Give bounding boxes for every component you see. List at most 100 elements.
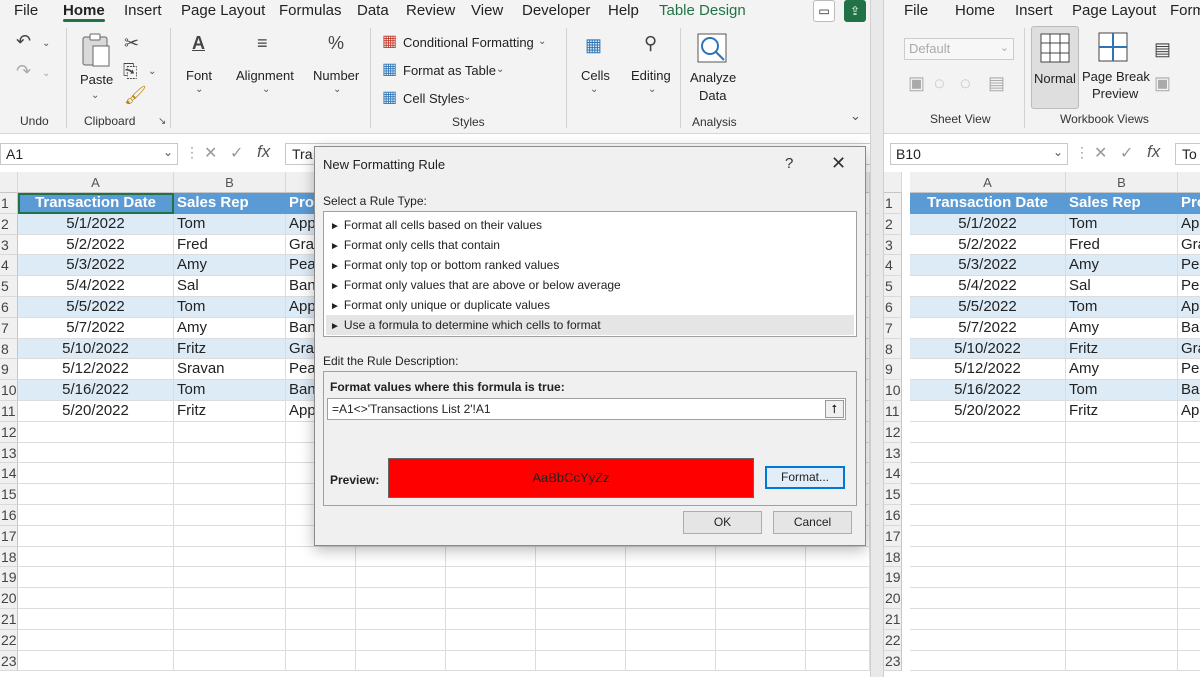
cell[interactable]: [286, 650, 356, 672]
alignment-button[interactable]: Alignment: [236, 68, 294, 83]
table-header-cell[interactable]: Sales Rep: [1066, 193, 1178, 214]
cell[interactable]: [18, 505, 174, 526]
undo-icon[interactable]: ↶: [16, 32, 31, 50]
cell[interactable]: [286, 588, 356, 609]
cell[interactable]: [536, 567, 626, 589]
cell[interactable]: [286, 629, 356, 651]
cell[interactable]: [174, 525, 286, 547]
cell[interactable]: [716, 650, 806, 672]
row-header[interactable]: 16: [884, 505, 902, 526]
table-cell[interactable]: Tom: [174, 380, 286, 401]
row-header[interactable]: 15: [0, 484, 18, 505]
cell[interactable]: [626, 588, 716, 609]
row-header[interactable]: 21: [884, 609, 902, 630]
options-view-icon[interactable]: ▤: [988, 74, 1005, 92]
tab-page-layout[interactable]: Page Layout: [181, 2, 265, 19]
table-cell[interactable]: 5/4/2022: [18, 276, 174, 297]
editing-button[interactable]: Editing: [631, 68, 671, 83]
table-cell[interactable]: Bar: [1178, 318, 1200, 339]
cell[interactable]: [626, 650, 716, 672]
cell[interactable]: [1066, 463, 1178, 485]
table-cell[interactable]: Fritz: [174, 338, 286, 360]
insert-function-icon[interactable]: fx: [1147, 142, 1160, 162]
table-cell[interactable]: App: [1178, 401, 1200, 422]
row-header[interactable]: 10: [884, 380, 902, 401]
dialog-launcher-icon[interactable]: ↘: [158, 116, 166, 127]
cells-button[interactable]: Cells: [581, 68, 610, 83]
cell[interactable]: [1066, 505, 1178, 526]
tab-insert[interactable]: Insert: [124, 2, 162, 19]
row-header[interactable]: 19: [884, 567, 902, 589]
cell[interactable]: [716, 609, 806, 630]
rule-type-item[interactable]: ► Format only unique or duplicate values: [326, 295, 854, 315]
new-view-icon[interactable]: ◌: [960, 74, 971, 92]
table-cell[interactable]: Tom: [174, 213, 286, 235]
format-button[interactable]: Format...: [765, 466, 845, 489]
cell[interactable]: [806, 546, 870, 568]
cell[interactable]: [446, 629, 536, 651]
page-layout-view-icon[interactable]: ▤: [1154, 40, 1171, 58]
cell[interactable]: [806, 567, 870, 589]
cell[interactable]: [286, 609, 356, 630]
table-cell[interactable]: 5/1/2022: [18, 213, 174, 235]
row-header[interactable]: 2: [884, 213, 902, 235]
row-header[interactable]: 8: [0, 338, 18, 360]
cell[interactable]: [174, 484, 286, 505]
row-header[interactable]: 14: [884, 463, 902, 485]
cell[interactable]: [174, 546, 286, 568]
cell[interactable]: [536, 650, 626, 672]
row-header[interactable]: 10: [0, 380, 18, 401]
table-cell[interactable]: Tom: [1066, 297, 1178, 318]
alignment-icon[interactable]: ≡: [257, 34, 268, 52]
cell[interactable]: [1178, 443, 1200, 464]
cell[interactable]: [1066, 609, 1178, 630]
cell[interactable]: [910, 525, 1066, 547]
row-header[interactable]: 4: [884, 255, 902, 277]
cell[interactable]: [174, 567, 286, 589]
cancel-icon[interactable]: ✕: [204, 143, 217, 163]
collapse-dialog-icon[interactable]: ⭡: [825, 400, 844, 418]
rule-type-item[interactable]: ► Use a formula to determine which cells …: [326, 315, 854, 335]
exit-view-icon[interactable]: ◌: [934, 74, 945, 92]
tab-file[interactable]: File: [904, 2, 928, 19]
cell[interactable]: [174, 421, 286, 443]
cells-icon[interactable]: ▦: [585, 36, 602, 54]
table-cell[interactable]: Gra: [1178, 235, 1200, 256]
table-cell[interactable]: 5/3/2022: [910, 255, 1066, 277]
table-cell[interactable]: Sal: [1066, 276, 1178, 297]
cell[interactable]: [536, 609, 626, 630]
cell[interactable]: [174, 629, 286, 651]
row-header[interactable]: 5: [884, 276, 902, 297]
cell[interactable]: [1178, 567, 1200, 589]
row-header[interactable]: 14: [0, 463, 18, 485]
cell[interactable]: [356, 650, 446, 672]
row-header[interactable]: 22: [884, 629, 902, 651]
enter-icon[interactable]: ✓: [1120, 143, 1133, 163]
format-painter-icon[interactable]: 🖌: [124, 86, 147, 104]
cell[interactable]: [1066, 546, 1178, 568]
analyze-data-button-line1[interactable]: Analyze: [690, 70, 736, 85]
formula-input[interactable]: To: [1175, 143, 1200, 165]
cell[interactable]: [1066, 421, 1178, 443]
cell[interactable]: [910, 609, 1066, 630]
tab-file[interactable]: File: [14, 2, 38, 19]
rule-type-item[interactable]: ► Format all cells based on their values: [326, 215, 854, 235]
tab-table-design[interactable]: Table Design: [659, 2, 746, 19]
table-header-cell[interactable]: Sales Rep: [174, 193, 286, 214]
row-header[interactable]: 6: [0, 297, 18, 318]
cell[interactable]: [18, 421, 174, 443]
table-cell[interactable]: Bar: [1178, 380, 1200, 401]
keep-view-icon[interactable]: ▣: [908, 74, 925, 92]
row-header[interactable]: 13: [0, 442, 18, 464]
table-cell[interactable]: 5/20/2022: [18, 401, 174, 422]
tab-developer[interactable]: Developer: [522, 2, 590, 19]
chevron-down-icon[interactable]: ⌄: [538, 36, 546, 47]
analyze-data-icon[interactable]: [696, 32, 728, 64]
cell[interactable]: [910, 650, 1066, 672]
cell[interactable]: [806, 588, 870, 609]
cell[interactable]: [1066, 567, 1178, 589]
cancel-button[interactable]: Cancel: [773, 511, 852, 534]
cell[interactable]: [18, 650, 174, 672]
percent-icon[interactable]: %: [328, 34, 344, 52]
tab-insert[interactable]: Insert: [1015, 2, 1053, 19]
